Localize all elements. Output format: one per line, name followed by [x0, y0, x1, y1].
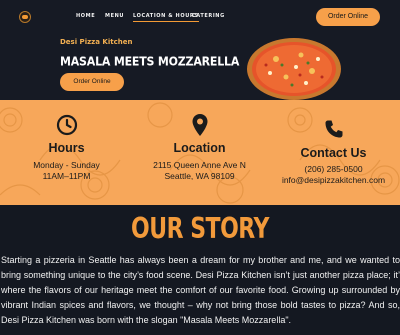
phone-icon	[325, 120, 342, 138]
contact-email[interactable]: info@desipizzakitchen.com	[267, 175, 400, 186]
pizza-image	[247, 38, 341, 100]
nav-link-menu[interactable]: MENU	[105, 13, 124, 19]
location-card: Location 2115 Queen Anne Ave N Seattle, …	[133, 100, 266, 205]
map-pin-icon	[192, 114, 207, 136]
story-body: Starting a pizzeria in Seattle has alway…	[1, 255, 400, 325]
contact-phone[interactable]: (206) 285-0500	[267, 164, 400, 175]
hours-time: 11AM–11PM	[42, 171, 91, 181]
contact-title: Contact Us	[300, 146, 367, 160]
location-title: Location	[173, 141, 226, 155]
nav-link-catering[interactable]: CATERING	[192, 13, 225, 19]
hero-title: MASALA MEETS MOZZARELLA	[60, 54, 240, 69]
hero-kicker: Desi Pizza Kitchen	[60, 38, 133, 46]
hero-order-online-button[interactable]: Order Online	[60, 73, 124, 91]
hours-days: Monday - Sunday	[33, 160, 100, 170]
location-city[interactable]: Seattle, WA 98109	[133, 171, 266, 182]
nav-link-location-hours[interactable]: LOCATION & HOURS	[133, 13, 199, 22]
story-title: OUR STORY	[131, 213, 269, 246]
brand-logo[interactable]	[19, 11, 31, 23]
nav-order-online-button[interactable]: Order Online	[316, 8, 380, 26]
location-street[interactable]: 2115 Queen Anne Ave N	[133, 160, 266, 171]
hours-card: Hours Monday - Sunday 11AM–11PM	[0, 100, 133, 205]
info-band: Hours Monday - Sunday 11AM–11PM Location…	[0, 100, 400, 205]
hours-title: Hours	[48, 141, 85, 155]
top-navbar: HOME MENU LOCATION & HOURS CATERING Orde…	[0, 0, 400, 33]
story-section: OUR STORY Starting a pizzeria in Seattle…	[0, 205, 400, 335]
clock-icon	[56, 114, 77, 136]
contact-card: Contact Us (206) 285-0500 info@desipizza…	[267, 100, 400, 205]
nav-link-home[interactable]: HOME	[76, 13, 95, 19]
